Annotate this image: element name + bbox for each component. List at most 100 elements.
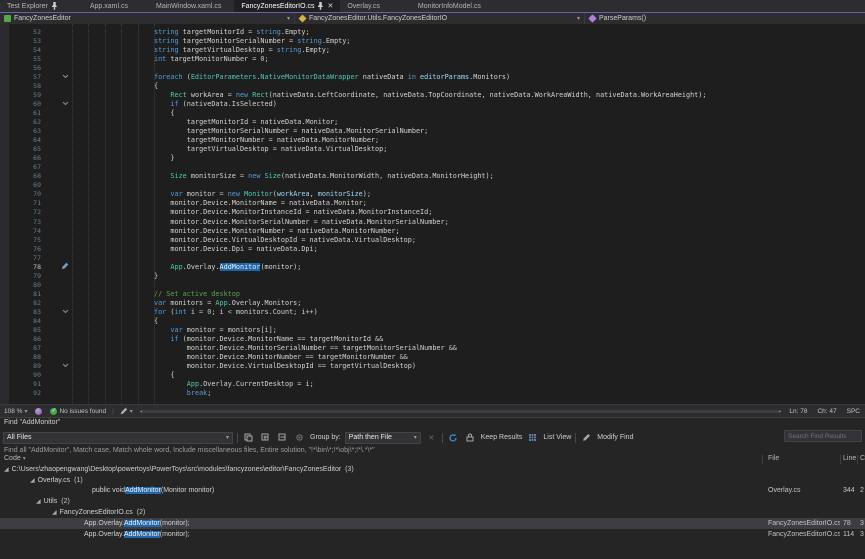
fold-chevron-icon[interactable] xyxy=(62,73,69,81)
line-number[interactable]: 91 xyxy=(0,380,44,388)
line-number[interactable]: 67 xyxy=(0,163,44,171)
fold-chevron-icon[interactable] xyxy=(62,362,69,370)
code-line[interactable]: 78App.Overlay.AddMonitor(monitor); xyxy=(0,262,865,271)
keep-results-button[interactable]: Keep Results xyxy=(481,434,523,441)
code-editor[interactable]: 52string targetMonitorId = string.Empty;… xyxy=(0,24,865,404)
line-number[interactable]: 83 xyxy=(0,308,44,316)
code-line[interactable]: 73monitor.Device.MonitorSerialNumber = n… xyxy=(0,217,865,226)
scrollbar-thumb[interactable] xyxy=(142,410,780,413)
code-line[interactable]: 63targetMonitorSerialNumber = nativeData… xyxy=(0,127,865,136)
column-header-col[interactable]: C xyxy=(860,455,865,462)
result-group-row[interactable]: ◢FancyZonesEditorIO.cs(2) xyxy=(0,507,865,518)
fold-chevron-icon[interactable] xyxy=(62,100,69,108)
code-line[interactable]: 71monitor.Device.MonitorName = nativeDat… xyxy=(0,199,865,208)
line-number[interactable]: 58 xyxy=(0,82,44,90)
line-number[interactable]: 72 xyxy=(0,208,44,216)
code-line[interactable]: 69 xyxy=(0,181,865,190)
code-line[interactable]: 68Size monitorSize = new Size(nativeData… xyxy=(0,172,865,181)
line-number[interactable]: 77 xyxy=(0,254,44,262)
code-line[interactable]: 56 xyxy=(0,63,865,72)
pin-icon[interactable] xyxy=(317,2,324,10)
scope-dropdown[interactable]: All Files ▾ xyxy=(3,432,233,444)
list-view-button[interactable]: List View xyxy=(543,434,571,441)
code-line[interactable]: 92break; xyxy=(0,389,865,398)
health-indicator[interactable]: ✓ No issues found xyxy=(46,408,110,415)
line-number[interactable]: 84 xyxy=(0,317,44,325)
code-line[interactable]: 77 xyxy=(0,253,865,262)
result-match-row[interactable]: App.Overlay.AddMonitor(monitor);FancyZon… xyxy=(0,529,865,540)
member-dropdown[interactable]: ParseParams() xyxy=(585,13,865,24)
close-icon[interactable]: ✕ xyxy=(327,3,333,10)
tab-monitorinfomodel-cs[interactable]: MonitorInfoModel.cs xyxy=(411,0,488,12)
code-line[interactable]: 60if (nativeData.IsSelected) xyxy=(0,99,865,108)
line-number[interactable]: 75 xyxy=(0,236,44,244)
collapse-all-icon[interactable] xyxy=(276,431,289,444)
line-number[interactable]: 71 xyxy=(0,199,44,207)
table-icon[interactable] xyxy=(526,431,539,444)
group-by-dropdown[interactable]: Path then File ▾ xyxy=(345,432,421,444)
line-number[interactable]: 56 xyxy=(0,64,44,72)
code-line[interactable]: 81// Set active desktop xyxy=(0,289,865,298)
horizontal-scrollbar[interactable]: ◂ ▸ xyxy=(140,407,782,416)
column-header-file[interactable]: File xyxy=(768,455,779,462)
tree-expander-icon[interactable]: ◢ xyxy=(4,466,9,473)
line-number[interactable]: 60 xyxy=(0,100,44,108)
project-dropdown[interactable]: FancyZonesEditor ▾ xyxy=(0,13,295,24)
line-number[interactable]: 80 xyxy=(0,281,44,289)
search-find-results-input[interactable] xyxy=(784,430,862,442)
line-number[interactable]: 89 xyxy=(0,362,44,370)
lock-icon[interactable] xyxy=(464,431,477,444)
code-line[interactable]: 89monitor.Device.VirtualDesktopId == tar… xyxy=(0,362,865,371)
line-number[interactable]: 82 xyxy=(0,299,44,307)
pen-mode-button[interactable]: ▾ xyxy=(116,407,137,415)
tab-app-xaml-cs[interactable]: App.xaml.cs xyxy=(83,0,135,12)
type-dropdown[interactable]: FancyZonesEditor.Utils.FancyZonesEditorI… xyxy=(295,13,585,24)
line-number[interactable]: 57 xyxy=(0,73,44,81)
code-line[interactable]: 83for (int i = 0; i < monitors.Count; i+… xyxy=(0,307,865,316)
line-number[interactable]: 92 xyxy=(0,389,44,397)
line-number[interactable]: 78 xyxy=(0,263,44,271)
refresh-icon[interactable] xyxy=(447,431,460,444)
code-line[interactable]: 74monitor.Device.MonitorNumber = nativeD… xyxy=(0,226,865,235)
code-line[interactable]: 59Rect workArea = new Rect(nativeData.Le… xyxy=(0,90,865,99)
fold-chevron-icon[interactable] xyxy=(62,308,69,316)
line-number[interactable]: 76 xyxy=(0,245,44,253)
extension-badge-icon[interactable] xyxy=(31,408,46,415)
line-number[interactable]: 62 xyxy=(0,118,44,126)
result-match-row[interactable]: public void AddMonitor(Monitor monitor)O… xyxy=(0,486,865,497)
line-number[interactable]: 69 xyxy=(0,181,44,189)
code-line[interactable]: 72monitor.Device.MonitorInstanceId = nat… xyxy=(0,208,865,217)
column-header-code[interactable]: Code ▾ xyxy=(4,455,26,462)
pin-icon[interactable] xyxy=(51,2,58,10)
line-number[interactable]: 66 xyxy=(0,154,44,162)
code-line[interactable]: 61{ xyxy=(0,108,865,117)
line-number[interactable]: 70 xyxy=(0,190,44,198)
line-number[interactable]: 63 xyxy=(0,127,44,135)
code-line[interactable]: 58{ xyxy=(0,81,865,90)
tree-expander-icon[interactable]: ◢ xyxy=(30,477,35,484)
code-line[interactable]: 82var monitors = App.Overlay.Monitors; xyxy=(0,298,865,307)
tab-overlay-cs[interactable]: Overlay.cs xyxy=(340,0,387,12)
code-line[interactable]: 54string targetVirtualDesktop = string.E… xyxy=(0,45,865,54)
expand-all-icon[interactable] xyxy=(259,431,272,444)
code-line[interactable]: 86if (monitor.Device.MonitorName == targ… xyxy=(0,335,865,344)
pencil-icon[interactable] xyxy=(580,431,593,444)
code-line[interactable]: 67 xyxy=(0,163,865,172)
code-line[interactable]: 57foreach (EditorParameters.NativeMonito… xyxy=(0,72,865,81)
line-number[interactable]: 88 xyxy=(0,353,44,361)
line-number[interactable]: 79 xyxy=(0,272,44,280)
line-number[interactable]: 90 xyxy=(0,371,44,379)
line-number[interactable]: 85 xyxy=(0,326,44,334)
line-number[interactable]: 86 xyxy=(0,335,44,343)
line-number[interactable]: 73 xyxy=(0,218,44,226)
code-line[interactable]: 66} xyxy=(0,154,865,163)
code-line[interactable]: 64targetMonitorNumber = nativeData.Monit… xyxy=(0,136,865,145)
code-line[interactable]: 79} xyxy=(0,271,865,280)
code-line[interactable]: 75monitor.Device.VirtualDesktopId = nati… xyxy=(0,235,865,244)
line-number[interactable]: 59 xyxy=(0,91,44,99)
line-number[interactable]: 74 xyxy=(0,227,44,235)
tab-fancyzoneseditorio-cs[interactable]: FancyZonesEditorIO.cs✕ xyxy=(234,0,340,12)
line-number[interactable]: 55 xyxy=(0,55,44,63)
modify-find-button[interactable]: Modify Find xyxy=(597,434,633,441)
code-line[interactable]: 62targetMonitorId = nativeData.Monitor; xyxy=(0,117,865,126)
